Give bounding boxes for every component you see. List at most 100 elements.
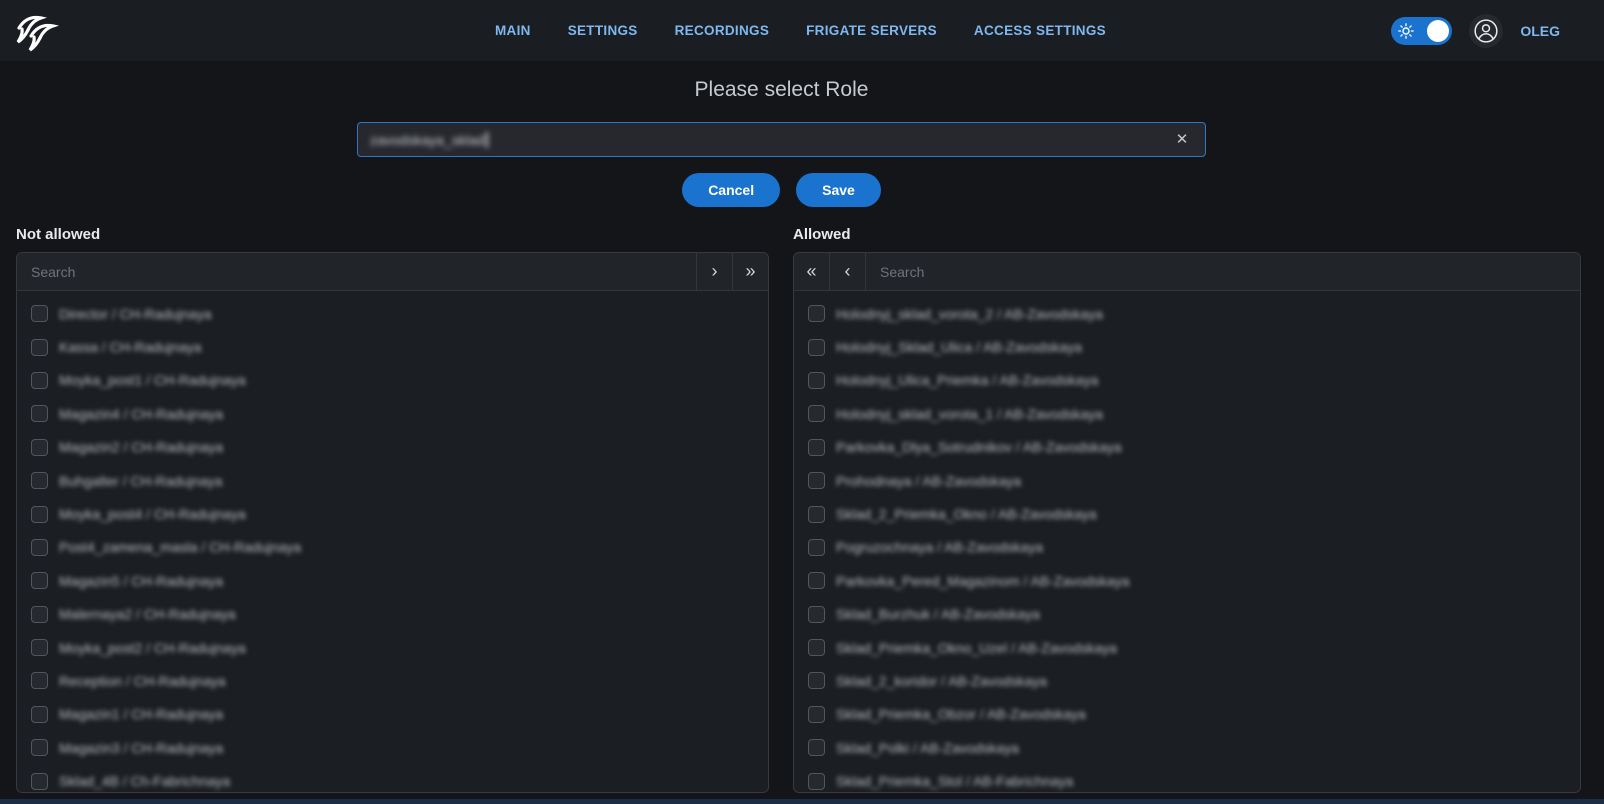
allowed-panel: « ‹ Holodnyj_sklad_vorota_2 / AB-Zavodsk…	[793, 252, 1581, 793]
checkbox[interactable]	[808, 773, 825, 790]
list-item[interactable]: Malernaya2 / CH-Radujnaya	[17, 598, 768, 631]
list-item[interactable]: Post4_zamena_masla / CH-Radujnaya	[17, 531, 768, 564]
checkbox[interactable]	[808, 506, 825, 523]
checkbox[interactable]	[808, 706, 825, 723]
form-buttons: Cancel Save	[357, 173, 1206, 207]
move-selected-right-button[interactable]: ›	[696, 253, 732, 290]
list-item[interactable]: Sklad_2_koridor / AB-Zavodskaya	[794, 664, 1580, 697]
checkbox[interactable]	[31, 472, 48, 489]
checkbox[interactable]	[31, 405, 48, 422]
list-item-label: Sklad_Burzhuk / AB-Zavodskaya	[836, 606, 1040, 622]
list-item[interactable]: Sklad_4B / Ch-Fabrichnaya	[17, 764, 768, 793]
list-item[interactable]: Sklad_Priemka_Obzor / AB-Zavodskaya	[794, 698, 1580, 731]
role-input-value-wrap: zavodskaya_sklad	[370, 132, 488, 148]
checkbox[interactable]	[31, 539, 48, 556]
list-item-label: Malernaya2 / CH-Radujnaya	[59, 606, 236, 622]
save-button[interactable]: Save	[796, 173, 881, 207]
checkbox[interactable]	[31, 305, 48, 322]
checkbox[interactable]	[808, 339, 825, 356]
list-item-label: Sklad_Priemka_Obzor / AB-Zavodskaya	[836, 706, 1086, 722]
list-item[interactable]: Prohodnaya / AB-Zavodskaya	[794, 464, 1580, 497]
list-item[interactable]: Buhgalter / CH-Radujnaya	[17, 464, 768, 497]
frigate-logo-icon[interactable]	[14, 8, 60, 54]
list-item[interactable]: Moyka_post1 / CH-Radujnaya	[17, 364, 768, 397]
allowed-list: Holodnyj_sklad_vorota_2 / AB-Zavodskaya H…	[794, 291, 1580, 793]
checkbox[interactable]	[31, 639, 48, 656]
list-item[interactable]: Magazin5 / CH-Radujnaya	[17, 564, 768, 597]
list-item-label: Parkovka_Pered_Magazinom / AB-Zavodskaya	[836, 573, 1129, 589]
list-item[interactable]: Sklad_Priemka_Stol / AB-Fabrichnaya	[794, 764, 1580, 793]
list-item-label: Holodnyj_sklad_vorota_2 / AB-Zavodskaya	[836, 306, 1103, 322]
list-item-label: Sklad_2_koridor / AB-Zavodskaya	[836, 673, 1047, 689]
checkbox[interactable]	[808, 305, 825, 322]
not-allowed-list: Director / CH-RadujnayaKassa / CH-Radujn…	[17, 291, 768, 793]
move-all-left-button[interactable]: «	[794, 253, 830, 290]
list-item[interactable]: Holodnyj_Sklad_Ulica / AB-Zavodskaya	[794, 330, 1580, 363]
checkbox[interactable]	[808, 606, 825, 623]
checkbox[interactable]	[31, 672, 48, 689]
clear-input-icon[interactable]: ✕	[1171, 129, 1193, 151]
move-selected-left-button[interactable]: ‹	[830, 253, 866, 290]
list-item[interactable]: Parkovka_Dlya_Sotrudnikov / AB-Zavodskay…	[794, 431, 1580, 464]
checkbox[interactable]	[31, 739, 48, 756]
not-allowed-search-input[interactable]	[17, 253, 696, 290]
list-item[interactable]: Magazin1 / CH-Radujnaya	[17, 698, 768, 731]
nav-link-frigate-servers[interactable]: FRIGATE SERVERS	[806, 23, 937, 38]
checkbox[interactable]	[808, 472, 825, 489]
checkbox[interactable]	[808, 572, 825, 589]
list-item[interactable]: Parkovka_Pered_Magazinom / AB-Zavodskaya	[794, 564, 1580, 597]
checkbox[interactable]	[808, 439, 825, 456]
toggle-knob	[1427, 20, 1449, 42]
list-item[interactable]: Magazin2 / CH-Radujnaya	[17, 431, 768, 464]
list-item[interactable]: Holodnyj_Ulica_Priemka / AB-Zavodskaya	[794, 364, 1580, 397]
checkbox[interactable]	[31, 506, 48, 523]
cancel-button[interactable]: Cancel	[682, 173, 780, 207]
list-item[interactable]: Holodnyj_sklad_vorota_1 / AB-Zavodskaya	[794, 397, 1580, 430]
list-item[interactable]: Director / CH-Radujnaya	[17, 297, 768, 330]
list-item-label: Sklad_4B / Ch-Fabrichnaya	[59, 773, 230, 789]
sun-icon	[1398, 23, 1414, 44]
checkbox[interactable]	[808, 739, 825, 756]
nav-link-main[interactable]: MAIN	[495, 23, 531, 38]
nav-link-access-settings[interactable]: ACCESS SETTINGS	[974, 23, 1106, 38]
checkbox[interactable]	[808, 372, 825, 389]
role-input[interactable]: zavodskaya_sklad ✕	[357, 122, 1206, 157]
checkbox[interactable]	[31, 606, 48, 623]
list-item[interactable]: Magazin3 / CH-Radujnaya	[17, 731, 768, 764]
checkbox[interactable]	[31, 773, 48, 790]
username-label[interactable]: OLEG	[1520, 23, 1560, 39]
list-item[interactable]: Moyka_post4 / CH-Radujnaya	[17, 497, 768, 530]
list-item-label: Holodnyj_Sklad_Ulica / AB-Zavodskaya	[836, 339, 1082, 355]
nav-link-recordings[interactable]: RECORDINGS	[675, 23, 770, 38]
move-all-right-button[interactable]: »	[732, 253, 768, 290]
not-allowed-panel: › » Director / CH-RadujnayaKassa / CH-Ra…	[16, 252, 769, 793]
list-item[interactable]: Kassa / CH-Radujnaya	[17, 330, 768, 363]
list-item[interactable]: Sklad_2_Priemka_Okno / AB-Zavodskaya	[794, 497, 1580, 530]
checkbox[interactable]	[808, 405, 825, 422]
list-item[interactable]: Moyka_post2 / CH-Radujnaya	[17, 631, 768, 664]
list-item[interactable]: Sklad_Polki / AB-Zavodskaya	[794, 731, 1580, 764]
nav-link-settings[interactable]: SETTINGS	[568, 23, 638, 38]
allowed-search-input[interactable]	[866, 253, 1580, 290]
checkbox[interactable]	[31, 439, 48, 456]
checkbox[interactable]	[808, 672, 825, 689]
checkbox[interactable]	[31, 572, 48, 589]
checkbox[interactable]	[808, 639, 825, 656]
list-item-label: Magazin5 / CH-Radujnaya	[59, 573, 223, 589]
list-item[interactable]: Holodnyj_sklad_vorota_2 / AB-Zavodskaya	[794, 297, 1580, 330]
checkbox[interactable]	[31, 706, 48, 723]
navbar-right: OLEG	[1391, 0, 1560, 61]
checkbox[interactable]	[31, 339, 48, 356]
not-allowed-title: Not allowed	[16, 226, 100, 243]
checkbox[interactable]	[31, 372, 48, 389]
list-item[interactable]: Pogruzochnaya / AB-Zavodskaya	[794, 531, 1580, 564]
user-avatar-icon[interactable]	[1469, 14, 1503, 48]
list-item[interactable]: Sklad_Burzhuk / AB-Zavodskaya	[794, 598, 1580, 631]
checkbox[interactable]	[808, 539, 825, 556]
list-item[interactable]: Magazin4 / CH-Radujnaya	[17, 397, 768, 430]
bottom-edge-strip	[0, 799, 1604, 804]
list-item[interactable]: Sklad_Priemka_Okno_Uzel / AB-Zavodskaya	[794, 631, 1580, 664]
list-item-label: Magazin1 / CH-Radujnaya	[59, 706, 223, 722]
list-item[interactable]: Reception / CH-Radujnaya	[17, 664, 768, 697]
theme-toggle[interactable]	[1391, 17, 1452, 45]
